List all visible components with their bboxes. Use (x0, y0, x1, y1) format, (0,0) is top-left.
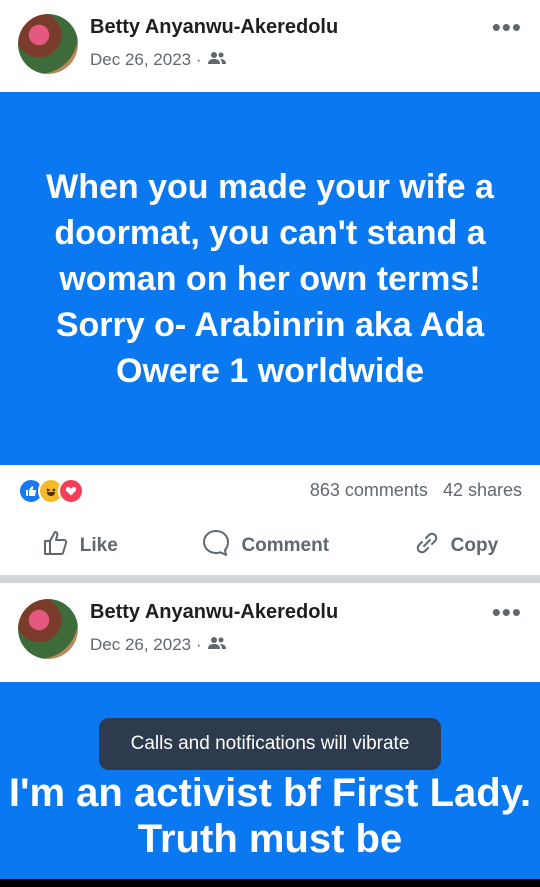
post-meta: Dec 26, 2023 · (90, 635, 226, 655)
author-avatar[interactable] (18, 599, 78, 659)
system-nav-bar (0, 879, 540, 887)
shares-count[interactable]: 42 shares (443, 480, 522, 500)
thumbs-up-icon (42, 529, 70, 563)
comments-count[interactable]: 863 comments (310, 480, 428, 500)
post-text-banner: I'm an activist bf First Lady. Truth mus… (0, 682, 540, 887)
post-date[interactable]: Dec 26, 2023 · (90, 635, 202, 655)
like-label: Like (79, 535, 118, 556)
post-divider (0, 575, 540, 583)
copy-label: Copy (450, 535, 499, 556)
love-reaction-icon (58, 478, 84, 504)
more-dots-icon[interactable]: ••• (492, 599, 522, 625)
link-icon (413, 529, 441, 563)
comment-button[interactable]: Comment (201, 528, 329, 564)
author-name[interactable]: Betty Anyanwu-Akeredolu (90, 601, 338, 624)
engagement-counts: 863 comments 42 shares (310, 480, 522, 501)
post-actions: Like Comment Copy (0, 520, 540, 572)
more-dots-icon[interactable]: ••• (492, 14, 522, 40)
comment-bubble-icon (201, 528, 231, 564)
copy-button[interactable]: Copy (413, 529, 499, 563)
post-header: Betty Anyanwu-Akeredolu Dec 26, 2023 · •… (0, 0, 540, 92)
post-text-banner: When you made your wife a doormat, you c… (0, 92, 540, 465)
friends-icon (207, 50, 226, 70)
post-meta: Dec 26, 2023 · (90, 50, 226, 70)
post-stats: 863 comments 42 shares (0, 470, 540, 510)
post-header: Betty Anyanwu-Akeredolu Dec 26, 2023 · •… (0, 585, 540, 677)
author-name[interactable]: Betty Anyanwu-Akeredolu (90, 16, 338, 39)
post-date[interactable]: Dec 26, 2023 · (90, 50, 202, 70)
reactions[interactable] (18, 478, 84, 504)
post-2: Betty Anyanwu-Akeredolu Dec 26, 2023 · •… (0, 585, 540, 677)
vibrate-toast: Calls and notifications will vibrate (99, 718, 441, 770)
author-avatar[interactable] (18, 14, 78, 74)
comment-label: Comment (241, 535, 330, 556)
like-button[interactable]: Like (42, 529, 118, 563)
friends-icon (207, 635, 226, 655)
